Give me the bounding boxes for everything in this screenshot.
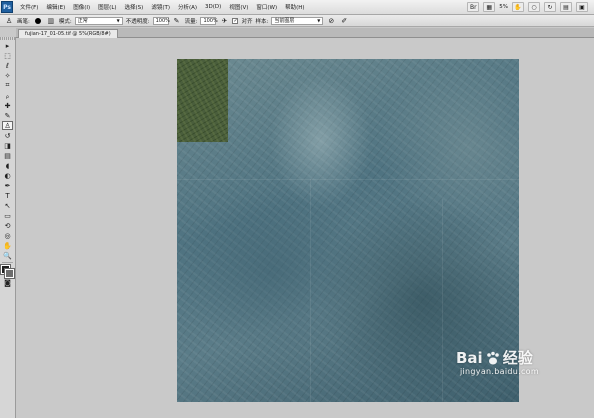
zoom-tool-icon[interactable]: 🔍 bbox=[2, 251, 13, 260]
pen-tool-icon[interactable]: ✒ bbox=[2, 181, 13, 190]
healing-brush-tool-icon[interactable]: ✚ bbox=[2, 101, 13, 110]
menu-filter[interactable]: 滤镜(T) bbox=[147, 3, 174, 11]
background-color-swatch[interactable] bbox=[4, 268, 15, 279]
3d-orbit-tool-icon[interactable]: ◎ bbox=[2, 231, 13, 240]
marquee-tool-icon[interactable]: ⬚ bbox=[2, 51, 13, 60]
airbrush-icon[interactable]: ✈ bbox=[219, 16, 229, 26]
menu-analysis[interactable]: 分析(A) bbox=[174, 3, 201, 11]
tile-seam bbox=[310, 179, 311, 402]
color-swatches[interactable] bbox=[0, 264, 15, 279]
document-tab-bar: fujian-17_01-05.tif @ 5%(RGB/8#) bbox=[16, 28, 594, 38]
menubar-right-controls: Br ▦ 5% ✋ ○ ↻ ▤ ▣ bbox=[467, 2, 594, 12]
dodge-tool-icon[interactable]: ◐ bbox=[2, 171, 13, 180]
lasso-tool-icon[interactable]: ℓ bbox=[2, 61, 13, 70]
crop-tool-icon[interactable]: ⌗ bbox=[2, 81, 13, 90]
menu-3d[interactable]: 3D(D) bbox=[201, 4, 225, 10]
zoom-level-dropdown[interactable]: 5% bbox=[499, 4, 508, 10]
menu-layer[interactable]: 图层(L) bbox=[94, 3, 120, 11]
menu-image[interactable]: 图像(I) bbox=[69, 3, 94, 11]
ignore-adjustment-layers-icon[interactable]: ⊘ bbox=[326, 16, 336, 26]
toolbox-grip[interactable] bbox=[0, 37, 15, 40]
watermark-brand: Bai 经验 bbox=[456, 347, 533, 368]
opacity-label: 不透明度: bbox=[125, 18, 150, 25]
move-tool-icon[interactable]: ▸ bbox=[2, 41, 13, 50]
flow-label: 流量: bbox=[184, 18, 198, 25]
chevron-down-icon: ▼ bbox=[116, 18, 120, 23]
mode-value: 正常 bbox=[77, 18, 88, 24]
mode-select[interactable]: 正常 ▼ bbox=[74, 16, 123, 25]
brush-label: 画笔: bbox=[17, 18, 30, 25]
tablet-opacity-icon[interactable]: ✎ bbox=[172, 16, 182, 26]
baidu-watermark: Bai 经验 jingyan.baidu.com bbox=[442, 347, 572, 377]
hand-icon[interactable]: ✋ bbox=[512, 2, 524, 12]
quick-mask-icon[interactable]: ◙ bbox=[2, 278, 13, 287]
document-tab[interactable]: fujian-17_01-05.tif @ 5%(RGB/8#) bbox=[18, 29, 118, 38]
align-label: 对齐 bbox=[241, 18, 253, 25]
type-tool-icon[interactable]: T bbox=[2, 191, 13, 200]
paw-icon bbox=[486, 351, 499, 364]
shape-tool-icon[interactable]: ▭ bbox=[2, 211, 13, 220]
screen-mode-icon[interactable]: ▣ bbox=[576, 2, 588, 12]
menu-window[interactable]: 窗口(W) bbox=[252, 3, 281, 11]
arrange-documents-icon[interactable]: ▤ bbox=[560, 2, 572, 12]
eraser-tool-icon[interactable]: ◨ bbox=[2, 141, 13, 150]
brush-tool-icon[interactable]: ✎ bbox=[2, 111, 13, 120]
tool-list: ▸ ⬚ ℓ ✧ ⌗ ᵨ ✚ ✎ ♙ ↺ ◨ ▤ ◖ ◐ ✒ T ↖ ▭ ⟲ ◎ ✋ 🔍 bbox=[0, 41, 15, 260]
tile-seam bbox=[177, 179, 519, 180]
magic-wand-tool-icon[interactable]: ✧ bbox=[2, 71, 13, 80]
path-selection-tool-icon[interactable]: ↖ bbox=[2, 201, 13, 210]
toolbox-divider bbox=[2, 262, 13, 263]
menu-select[interactable]: 选择(S) bbox=[121, 3, 148, 11]
blur-tool-icon[interactable]: ◖ bbox=[2, 161, 13, 170]
3d-rotate-tool-icon[interactable]: ⟲ bbox=[2, 221, 13, 230]
options-bar: ♙ 画笔: ▥ 模式: 正常 ▼ 不透明度: 100% ✎ 流量: 100% ✈ … bbox=[0, 15, 594, 27]
menu-view[interactable]: 视图(V) bbox=[225, 3, 252, 11]
menu-help[interactable]: 帮助(H) bbox=[281, 3, 308, 11]
eyedropper-tool-icon[interactable]: ᵨ bbox=[2, 91, 13, 100]
sample-label: 样本: bbox=[255, 18, 269, 25]
mode-label: 模式: bbox=[58, 18, 72, 25]
opacity-input[interactable]: 100% bbox=[152, 16, 170, 25]
cloned-tile-region bbox=[177, 59, 228, 142]
menu-file[interactable]: 文件(F) bbox=[16, 3, 42, 11]
photoshop-logo: Ps bbox=[1, 1, 13, 13]
mini-bridge-icon[interactable]: ▦ bbox=[483, 2, 496, 12]
clone-stamp-preset-icon[interactable]: ♙ bbox=[4, 16, 14, 26]
chevron-down-icon: ▼ bbox=[317, 18, 321, 23]
gradient-tool-icon[interactable]: ▤ bbox=[2, 151, 13, 160]
brush-preset-picker[interactable] bbox=[33, 16, 43, 26]
align-checkbox[interactable]: ✓ bbox=[232, 17, 239, 24]
zoom-icon[interactable]: ○ bbox=[528, 2, 540, 12]
flow-input[interactable]: 100% bbox=[200, 16, 218, 25]
toolbox: ▸ ⬚ ℓ ✧ ⌗ ᵨ ✚ ✎ ♙ ↺ ◨ ▤ ◖ ◐ ✒ T ↖ ▭ ⟲ ◎ ✋ 🔍 ◙ bbox=[0, 37, 16, 418]
sample-select[interactable]: 当前图层 ▼ bbox=[271, 16, 324, 25]
watermark-brand-prefix: Bai bbox=[456, 348, 483, 367]
clone-stamp-tool-icon[interactable]: ♙ bbox=[2, 121, 13, 130]
brush-dot-icon bbox=[34, 17, 41, 24]
rotate-icon[interactable]: ↻ bbox=[544, 2, 556, 12]
brush-panel-icon[interactable]: ▥ bbox=[46, 16, 56, 26]
bridge-icon[interactable]: Br bbox=[467, 2, 480, 12]
menu-edit[interactable]: 编辑(E) bbox=[42, 3, 69, 11]
watermark-brand-suffix: 经验 bbox=[502, 349, 533, 367]
sample-value: 当前图层 bbox=[274, 18, 295, 24]
history-brush-tool-icon[interactable]: ↺ bbox=[2, 131, 13, 140]
tablet-pressure-icon[interactable]: ✐ bbox=[339, 16, 349, 26]
menu-bar: Ps 文件(F) 编辑(E) 图像(I) 图层(L) 选择(S) 滤镜(T) 分… bbox=[0, 0, 594, 15]
hand-tool-icon[interactable]: ✋ bbox=[2, 241, 13, 250]
watermark-url: jingyan.baidu.com bbox=[460, 367, 539, 376]
